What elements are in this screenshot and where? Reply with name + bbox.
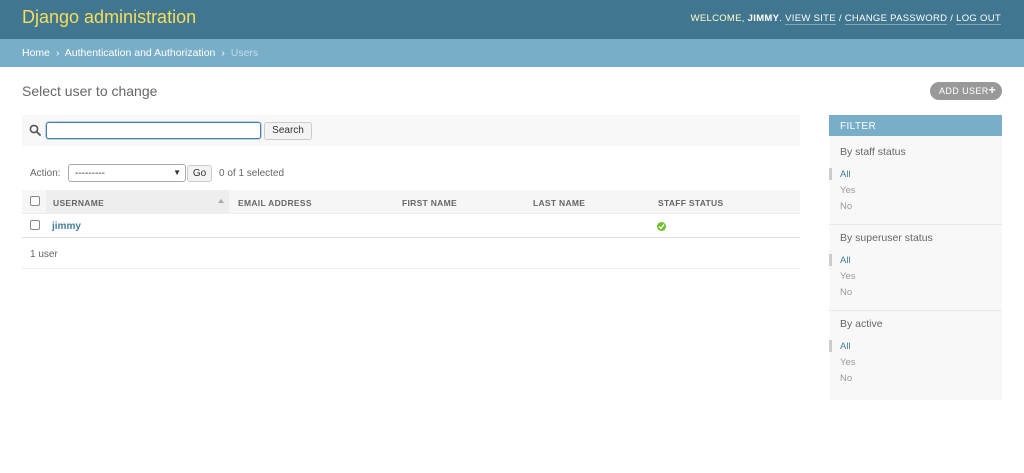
view-site-link[interactable]: View site — [785, 13, 836, 25]
filter-group-title: By superuser status — [840, 232, 933, 244]
welcome-text: Welcome, — [690, 13, 745, 24]
add-user-button[interactable]: Add user + — [930, 82, 1002, 100]
plus-icon: + — [988, 83, 996, 97]
column-first-name[interactable]: First name — [402, 198, 457, 208]
search-icon — [29, 124, 41, 136]
filter-option-all[interactable]: All — [840, 341, 851, 352]
go-button[interactable]: Go — [187, 165, 212, 182]
search-input[interactable] — [46, 122, 261, 139]
actions-bar: Action: --------- ▼ Go 0 of 1 selected — [22, 164, 800, 182]
filter-option-all[interactable]: All — [840, 169, 851, 180]
column-last-name[interactable]: Last name — [533, 198, 585, 208]
search-button[interactable]: Search — [264, 122, 312, 140]
filter-option-yes[interactable]: Yes — [840, 357, 856, 368]
selected-indicator — [829, 168, 832, 180]
separator: / — [838, 13, 842, 24]
breadcrumb-home[interactable]: Home — [22, 47, 50, 59]
current-username: jimmy — [747, 13, 780, 24]
filter-group-title: By active — [840, 318, 883, 330]
selected-indicator — [829, 254, 832, 266]
breadcrumb-separator: › — [55, 47, 60, 59]
selected-indicator — [829, 340, 832, 352]
filter-option-all[interactable]: All — [840, 255, 851, 266]
table-header: Username Email address First name Last n… — [22, 190, 800, 214]
divider — [829, 224, 1002, 225]
action-selected-option: --------- — [75, 168, 105, 179]
page-title: Select user to change — [22, 83, 158, 99]
change-password-link[interactable]: Change password — [844, 13, 948, 25]
filter-group-title: By staff status — [840, 146, 906, 158]
separator: / — [950, 13, 954, 24]
sort-ascending-icon[interactable] — [218, 199, 224, 203]
filter-option-yes[interactable]: Yes — [840, 271, 856, 282]
result-count: 1 user — [30, 249, 58, 260]
filter-option-no[interactable]: No — [840, 373, 852, 384]
action-select[interactable]: --------- ▼ — [68, 164, 186, 182]
breadcrumb: Home › Authentication and Authorization … — [0, 39, 1024, 67]
chevron-down-icon: ▼ — [173, 168, 181, 177]
column-username[interactable]: Username — [53, 198, 104, 208]
paginator: 1 user — [22, 238, 800, 269]
header: Django administration Welcome, jimmy. Vi… — [0, 0, 1024, 39]
breadcrumb-separator: › — [221, 47, 225, 59]
select-all-checkbox[interactable] — [30, 196, 40, 206]
selected-count: 0 of 1 selected — [219, 168, 285, 179]
column-staff-status[interactable]: Staff status — [658, 198, 723, 208]
log-out-link[interactable]: Log out — [956, 13, 1001, 25]
filter-option-yes[interactable]: Yes — [840, 185, 856, 196]
breadcrumb-app[interactable]: Authentication and Authorization — [65, 47, 216, 59]
search-toolbar: Search — [22, 115, 800, 146]
filter-title: Filter — [829, 115, 1002, 136]
check-icon — [657, 222, 666, 231]
row-checkbox[interactable] — [30, 220, 40, 230]
site-name[interactable]: Django administration — [22, 7, 196, 28]
user-tools: Welcome, jimmy. View site / Change passw… — [690, 13, 1001, 25]
action-label: Action: — [30, 168, 61, 179]
table-row: jimmy — [22, 214, 800, 238]
filter-sidebar: Filter By staff status All Yes No By sup… — [829, 115, 1002, 400]
filter-option-no[interactable]: No — [840, 201, 852, 212]
divider — [829, 310, 1002, 311]
add-user-label: Add user — [939, 86, 989, 96]
column-email[interactable]: Email address — [238, 198, 312, 208]
breadcrumb-current: Users — [230, 47, 259, 59]
row-username-link[interactable]: jimmy — [52, 221, 81, 232]
filter-option-no[interactable]: No — [840, 287, 852, 298]
